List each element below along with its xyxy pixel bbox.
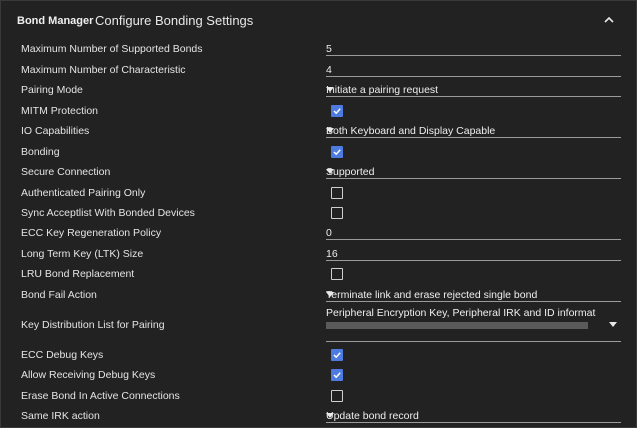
chevron-up-icon[interactable]	[601, 13, 617, 27]
ecc-key-regen-input[interactable]: 0	[326, 227, 621, 240]
io-capabilities-label: IO Capabilities	[21, 125, 90, 137]
pairing-mode-select[interactable]: Initiate a pairing request	[326, 84, 621, 97]
sync-acceptlist-checkbox[interactable]	[331, 207, 343, 219]
ecc-key-regen-value: 0	[326, 227, 332, 239]
max-bonds-input[interactable]: 5	[326, 43, 621, 56]
pairing-mode-value: Initiate a pairing request	[326, 84, 439, 96]
bond-fail-action-value: Terminate link and erase rejected single…	[326, 289, 538, 301]
same-irk-action-value: Update bond record	[326, 410, 419, 422]
ltk-size-label: Long Term Key (LTK) Size	[21, 248, 144, 260]
authenticated-pairing-checkbox[interactable]	[331, 187, 343, 199]
same-irk-action-select[interactable]: Update bond record	[326, 410, 621, 423]
dropdown-arrow-icon	[326, 128, 334, 133]
max-bonds-value: 5	[326, 43, 332, 55]
max-characteristic-input[interactable]: 4	[326, 64, 621, 77]
app-name: Bond Manager	[17, 15, 94, 27]
bond-manager-panel: Bond Manager Configure Bonding Settings …	[0, 0, 637, 428]
io-capabilities-value: Both Keyboard and Display Capable	[326, 125, 496, 137]
sync-acceptlist-label: Sync Acceptlist With Bonded Devices	[21, 207, 195, 219]
pairing-mode-label: Pairing Mode	[21, 84, 83, 96]
allow-debug-keys-checkbox[interactable]	[331, 369, 343, 381]
mitm-protection-label: MITM Protection	[21, 105, 99, 117]
mitm-protection-checkbox[interactable]	[331, 105, 343, 117]
erase-bond-active-label: Erase Bond In Active Connections	[21, 390, 180, 402]
bonding-checkbox[interactable]	[331, 146, 343, 158]
dropdown-arrow-icon	[326, 169, 334, 174]
ltk-size-input[interactable]: 16	[326, 248, 621, 261]
max-characteristic-label: Maximum Number of Characteristic	[21, 64, 186, 76]
secure-connection-label: Secure Connection	[21, 166, 111, 178]
allow-debug-keys-label: Allow Receiving Debug Keys	[21, 369, 156, 381]
dropdown-arrow-icon	[609, 322, 617, 327]
key-distribution-value: Peripheral Encryption Key, Peripheral IR…	[326, 307, 596, 319]
lru-bond-replacement-label: LRU Bond Replacement	[21, 268, 135, 280]
erase-bond-active-checkbox[interactable]	[331, 390, 343, 402]
dropdown-arrow-icon	[326, 87, 334, 92]
key-distribution-label: Key Distribution List for Pairing	[21, 319, 165, 331]
max-bonds-label: Maximum Number of Supported Bonds	[21, 43, 203, 55]
bond-fail-action-label: Bond Fail Action	[21, 289, 97, 301]
ecc-key-regen-label: ECC Key Regeneration Policy	[21, 227, 162, 239]
io-capabilities-select[interactable]: Both Keyboard and Display Capable	[326, 125, 621, 138]
check-icon	[333, 108, 341, 115]
horizontal-scrollbar[interactable]	[326, 322, 588, 329]
check-icon	[333, 372, 341, 379]
dropdown-arrow-icon	[326, 292, 334, 297]
ecc-debug-keys-label: ECC Debug Keys	[21, 349, 104, 361]
lru-bond-replacement-checkbox[interactable]	[331, 268, 343, 280]
ltk-size-value: 16	[326, 248, 338, 260]
bonding-label: Bonding	[21, 146, 60, 158]
secure-connection-select[interactable]: Supported	[326, 166, 621, 179]
same-irk-action-label: Same IRK action	[21, 410, 100, 422]
bond-fail-action-select[interactable]: Terminate link and erase rejected single…	[326, 289, 621, 302]
key-distribution-multiselect[interactable]: Peripheral Encryption Key, Peripheral IR…	[326, 307, 621, 342]
section-title: Configure Bonding Settings	[95, 13, 254, 28]
check-icon	[333, 149, 341, 156]
max-characteristic-value: 4	[326, 64, 332, 76]
authenticated-pairing-label: Authenticated Pairing Only	[21, 187, 146, 199]
ecc-debug-keys-checkbox[interactable]	[331, 349, 343, 361]
panel-header[interactable]: Bond Manager Configure Bonding Settings	[1, 1, 636, 39]
check-icon	[333, 352, 341, 359]
dropdown-arrow-icon	[326, 413, 334, 418]
